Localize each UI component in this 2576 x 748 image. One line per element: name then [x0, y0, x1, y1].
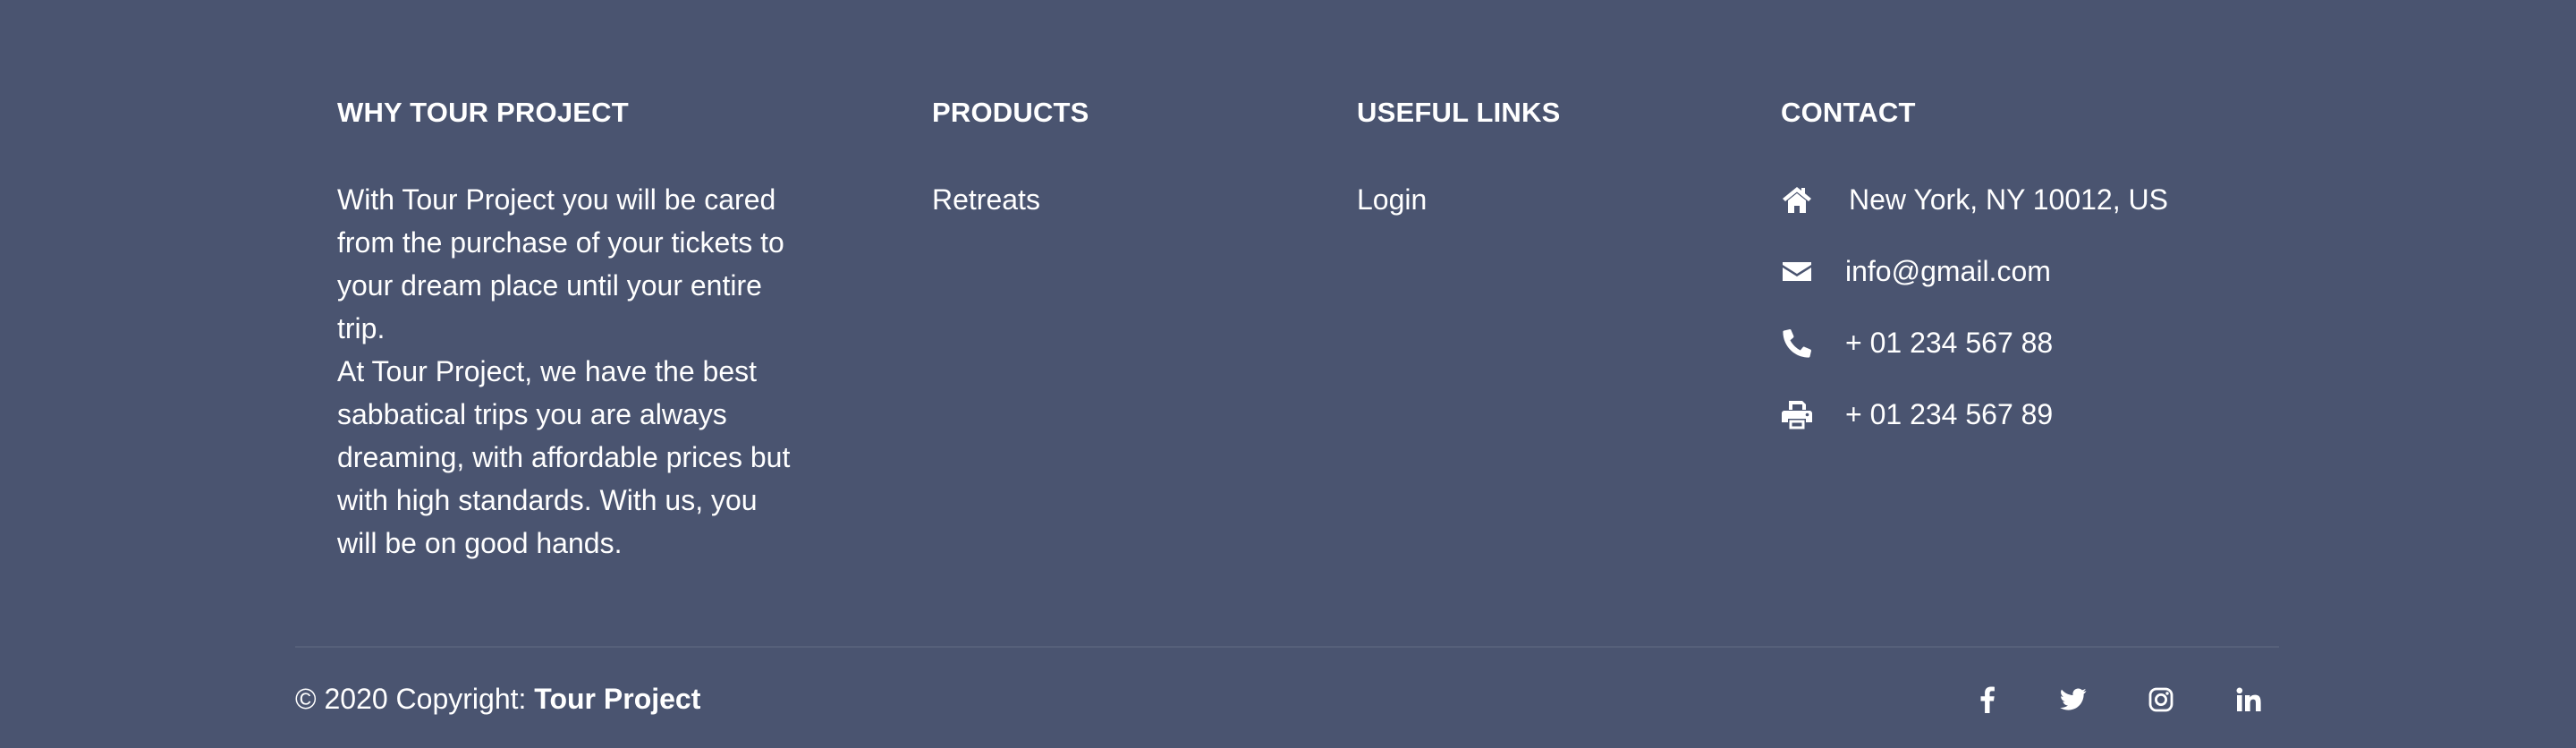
contact-address: New York, NY 10012, US — [1781, 178, 2318, 221]
products-heading: PRODUCTS — [932, 97, 1089, 128]
instagram-link[interactable] — [2143, 682, 2179, 718]
contact-email: info@gmail.com — [1781, 250, 2318, 293]
copyright-brand: Tour Project — [534, 683, 701, 715]
contact-list: New York, NY 10012, US info@gmail.com + … — [1781, 178, 2318, 436]
why-paragraph-2: At Tour Project, we have the best sabbat… — [337, 355, 791, 559]
products-section: PRODUCTS Retreats — [932, 97, 1290, 221]
why-paragraph-1: With Tour Project you will be cared from… — [337, 183, 784, 344]
contact-phone-text: + 01 234 567 88 — [1845, 326, 2054, 359]
home-icon — [1781, 183, 1813, 216]
retreats-link[interactable]: Retreats — [932, 178, 1290, 221]
copyright: © 2020 Copyright: Tour Project — [295, 677, 700, 720]
copyright-text: © 2020 Copyright: — [295, 683, 527, 715]
contact-fax-text: + 01 234 567 89 — [1845, 397, 2054, 430]
envelope-icon — [1781, 255, 1813, 287]
footer-divider — [295, 646, 2279, 648]
why-tour-project-section: WHY TOUR PROJECT With Tour Project you w… — [337, 97, 802, 565]
twitter-link[interactable] — [2055, 682, 2091, 718]
contact-phone: + 01 234 567 88 — [1781, 321, 2318, 364]
useful-links-section: USEFUL LINKS Login — [1357, 97, 1715, 221]
contact-email-text: info@gmail.com — [1845, 254, 2051, 287]
contact-fax: + 01 234 567 89 — [1781, 393, 2318, 436]
phone-icon — [1781, 327, 1813, 359]
contact-heading: CONTACT — [1781, 97, 1916, 128]
useful-links-heading: USEFUL LINKS — [1357, 97, 1561, 128]
twitter-icon — [2060, 688, 2087, 711]
facebook-icon — [1980, 686, 1995, 713]
contact-section: CONTACT New York, NY 10012, US info@gmai… — [1781, 97, 2318, 464]
why-heading: WHY TOUR PROJECT — [337, 97, 629, 128]
print-icon — [1781, 398, 1813, 430]
site-footer: WHY TOUR PROJECT With Tour Project you w… — [0, 0, 2576, 748]
instagram-icon — [2148, 687, 2174, 712]
facebook-link[interactable] — [1970, 682, 2005, 718]
linkedin-icon — [2236, 687, 2261, 712]
contact-address-text: New York, NY 10012, US — [1849, 183, 2168, 216]
linkedin-link[interactable] — [2231, 682, 2267, 718]
login-link[interactable]: Login — [1357, 178, 1715, 221]
